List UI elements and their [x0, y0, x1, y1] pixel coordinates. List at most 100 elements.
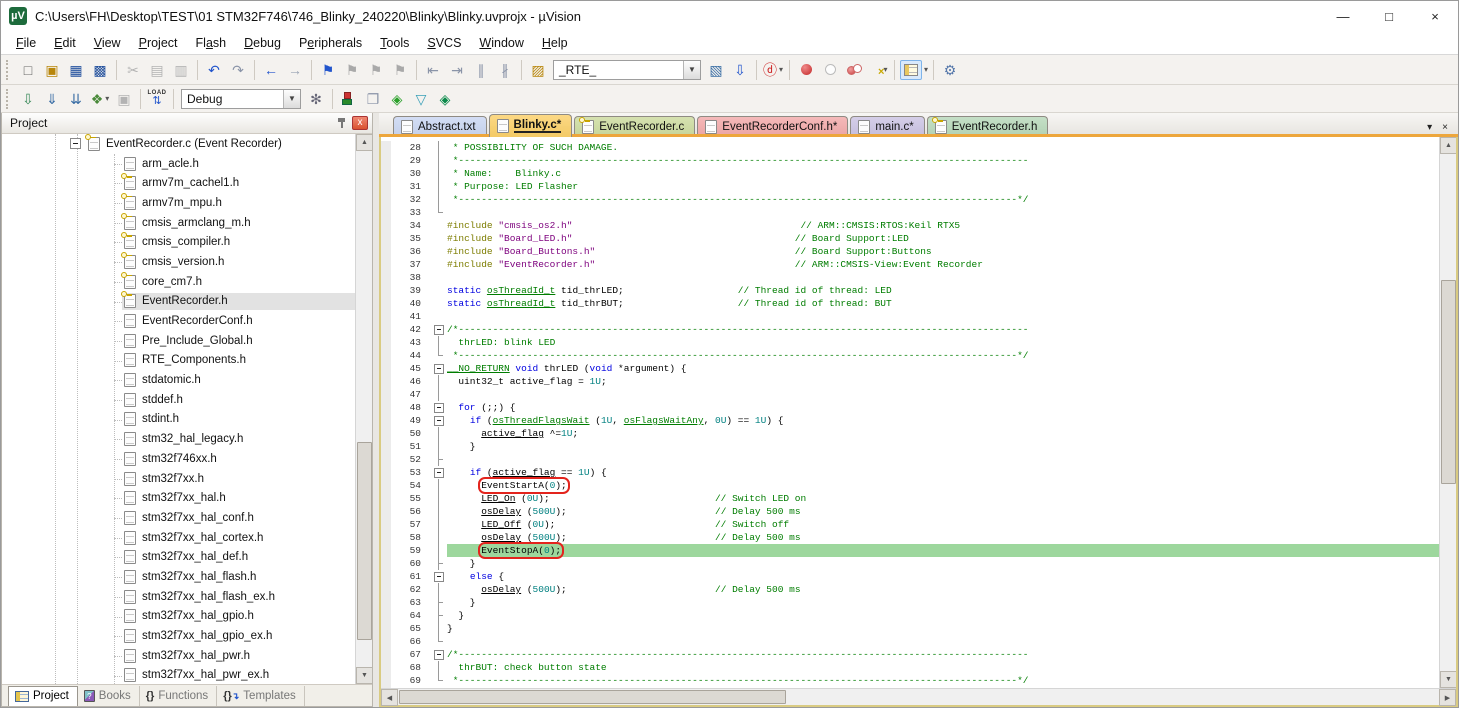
code-text[interactable]: #include "EventRecorder.h" // ARM::CMSIS… — [447, 258, 1439, 271]
tree-item-arm-acle-h[interactable]: arm_acle.h — [2, 154, 355, 174]
chevron-down-icon[interactable]: ▾ — [779, 65, 783, 74]
tree-item-stm32f7xx-hal-gpio-ex-h[interactable]: stm32f7xx_hal_gpio_ex.h — [2, 626, 355, 646]
editor-margin[interactable] — [381, 206, 391, 219]
tree-item-stm32f7xx-hal-def-h[interactable]: stm32f7xx_hal_def.h — [2, 547, 355, 567]
tree-item-stm32f7xx-hal-flash-h[interactable]: stm32f7xx_hal_flash.h — [2, 567, 355, 587]
code-line-47[interactable]: 47 — [381, 388, 1439, 401]
code-text[interactable]: EventStopA(0); — [447, 544, 1439, 557]
code-text[interactable]: } — [447, 622, 1439, 635]
stop-build-icon[interactable]: ▣ — [112, 87, 136, 111]
uncomment-icon[interactable]: ∦ — [493, 58, 517, 82]
tree-item-stm32f7xx-hal-conf-h[interactable]: stm32f7xx_hal_conf.h — [2, 508, 355, 528]
bookmark-prev-icon[interactable]: ⚑ — [340, 58, 364, 82]
editor-margin[interactable] — [381, 427, 391, 440]
tree-item-stm32f7xx-hal-h[interactable]: stm32f7xx_hal.h — [2, 488, 355, 508]
editor-margin[interactable] — [381, 154, 391, 167]
editor-margin[interactable] — [381, 401, 391, 414]
editor-hscroll-thumb[interactable] — [399, 690, 786, 704]
open-file-icon[interactable]: ▣ — [40, 58, 64, 82]
menu-svcs[interactable]: SVCS — [418, 33, 470, 53]
code-text[interactable]: } — [447, 440, 1439, 453]
fold-collapse-icon[interactable] — [431, 466, 447, 479]
software-components-icon[interactable]: ◈ — [385, 87, 409, 111]
editor-margin[interactable] — [381, 388, 391, 401]
tree-item-rte-components-h[interactable]: RTE_Components.h — [2, 351, 355, 371]
save-all-icon[interactable]: ▩ — [88, 58, 112, 82]
scroll-left-arrow[interactable]: ◀ — [381, 689, 398, 706]
code-text[interactable]: #include "cmsis_os2.h" // ARM::CMSIS:RTO… — [447, 219, 1439, 232]
code-text[interactable]: * Name: Blinky.c — [447, 167, 1439, 180]
tree-item-stm32f7xx-hal-cortex-h[interactable]: stm32f7xx_hal_cortex.h — [2, 528, 355, 548]
fold-collapse-icon[interactable] — [431, 323, 447, 336]
breakpoint-kill-all-icon[interactable]: ×▾ — [866, 58, 890, 82]
code-line-54[interactable]: 54 EventStartA(0); — [381, 479, 1439, 492]
tree-item-cmsis-compiler-h[interactable]: cmsis_compiler.h — [2, 232, 355, 252]
save-icon[interactable]: ▦ — [64, 58, 88, 82]
code-text[interactable]: uint32_t active_flag = 1U; — [447, 375, 1439, 388]
editor-margin[interactable] — [381, 193, 391, 206]
close-button[interactable]: × — [1412, 1, 1458, 31]
code-line-62[interactable]: 62 osDelay (500U); // Delay 500 ms — [381, 583, 1439, 596]
chevron-down-icon[interactable]: ▾ — [105, 94, 109, 103]
target-options-icon[interactable]: ✻ — [304, 87, 328, 111]
bottom-tab-templates[interactable]: {}↴Templates — [217, 686, 305, 706]
code-line-42[interactable]: 42/*------------------------------------… — [381, 323, 1439, 336]
pack-installer-icon[interactable]: ◈ — [433, 87, 457, 111]
code-line-33[interactable]: 33 — [381, 206, 1439, 219]
code-line-57[interactable]: 57 LED_Off (0U); // Switch off — [381, 518, 1439, 531]
editor-margin[interactable] — [381, 349, 391, 362]
code-line-32[interactable]: 32 *------------------------------------… — [381, 193, 1439, 206]
chevron-down-icon[interactable]: ▾ — [924, 65, 928, 74]
code-line-35[interactable]: 35#include "Board_LED.h" // Board Suppor… — [381, 232, 1439, 245]
bottom-tab-books[interactable]: ?Books — [78, 686, 140, 706]
menu-flash[interactable]: Flash — [187, 33, 236, 53]
code-text[interactable]: static osThreadId_t tid_thrBUT; // Threa… — [447, 297, 1439, 310]
editor-margin[interactable] — [381, 167, 391, 180]
tree-item-cmsis-version-h[interactable]: cmsis_version.h — [2, 252, 355, 272]
editor-margin[interactable] — [381, 674, 391, 687]
editor-margin[interactable] — [381, 219, 391, 232]
code-line-29[interactable]: 29 *------------------------------------… — [381, 154, 1439, 167]
editor-margin[interactable] — [381, 362, 391, 375]
download-flash-icon[interactable]: LOAD⇅ — [145, 87, 169, 111]
editor-margin[interactable] — [381, 284, 391, 297]
code-text[interactable]: } — [447, 557, 1439, 570]
code-text[interactable]: osDelay (500U); // Delay 500 ms — [447, 505, 1439, 518]
code-line-56[interactable]: 56 osDelay (500U); // Delay 500 ms — [381, 505, 1439, 518]
build-icon[interactable]: ⇓ — [40, 87, 64, 111]
code-line-67[interactable]: 67/*------------------------------------… — [381, 648, 1439, 661]
editor-margin[interactable] — [381, 258, 391, 271]
code-line-38[interactable]: 38 — [381, 271, 1439, 284]
collapse-icon[interactable] — [70, 138, 81, 149]
code-text[interactable]: static osThreadId_t tid_thrLED; // Threa… — [447, 284, 1439, 297]
code-line-64[interactable]: 64 } — [381, 609, 1439, 622]
tree-item-stdatomic-h[interactable]: stdatomic.h — [2, 370, 355, 390]
code-text[interactable]: /*--------------------------------------… — [447, 648, 1439, 661]
code-line-59[interactable]: 59 EventStopA(0); — [381, 544, 1439, 557]
menu-debug[interactable]: Debug — [235, 33, 290, 53]
nav-back-icon[interactable]: ← — [259, 58, 283, 82]
incremental-find-icon[interactable]: ⇩ — [728, 58, 752, 82]
tree-item-stm32f7xx-hal-pwr-ex-h[interactable]: stm32f7xx_hal_pwr_ex.h — [2, 666, 355, 684]
minimize-button[interactable]: — — [1320, 1, 1366, 31]
quick-find-combo[interactable]: _RTE_▼ — [553, 60, 701, 80]
code-line-65[interactable]: 65} — [381, 622, 1439, 635]
code-line-48[interactable]: 48 for (;;) { — [381, 401, 1439, 414]
fold-collapse-icon[interactable] — [431, 362, 447, 375]
code-text[interactable]: * Purpose: LED Flasher — [447, 180, 1439, 193]
editor-margin[interactable] — [381, 375, 391, 388]
project-window-toggle-icon[interactable]: ▾ — [899, 58, 929, 82]
code-text[interactable]: thrBUT: check button state — [447, 661, 1439, 674]
menu-edit[interactable]: Edit — [45, 33, 85, 53]
tree-item-eventrecorderconf-h[interactable]: EventRecorderConf.h — [2, 311, 355, 331]
editor-margin[interactable] — [381, 310, 391, 323]
code-line-31[interactable]: 31 * Purpose: LED Flasher — [381, 180, 1439, 193]
tree-vertical-scrollbar[interactable]: ▲ ▼ — [355, 134, 372, 684]
code-text[interactable] — [447, 271, 1439, 284]
code-line-58[interactable]: 58 osDelay (500U); // Delay 500 ms — [381, 531, 1439, 544]
code-text[interactable]: } — [447, 609, 1439, 622]
translate-file-icon[interactable]: ⇩ — [16, 87, 40, 111]
code-line-44[interactable]: 44 *------------------------------------… — [381, 349, 1439, 362]
menu-tools[interactable]: Tools — [371, 33, 418, 53]
close-document-button[interactable]: × — [1442, 122, 1448, 133]
